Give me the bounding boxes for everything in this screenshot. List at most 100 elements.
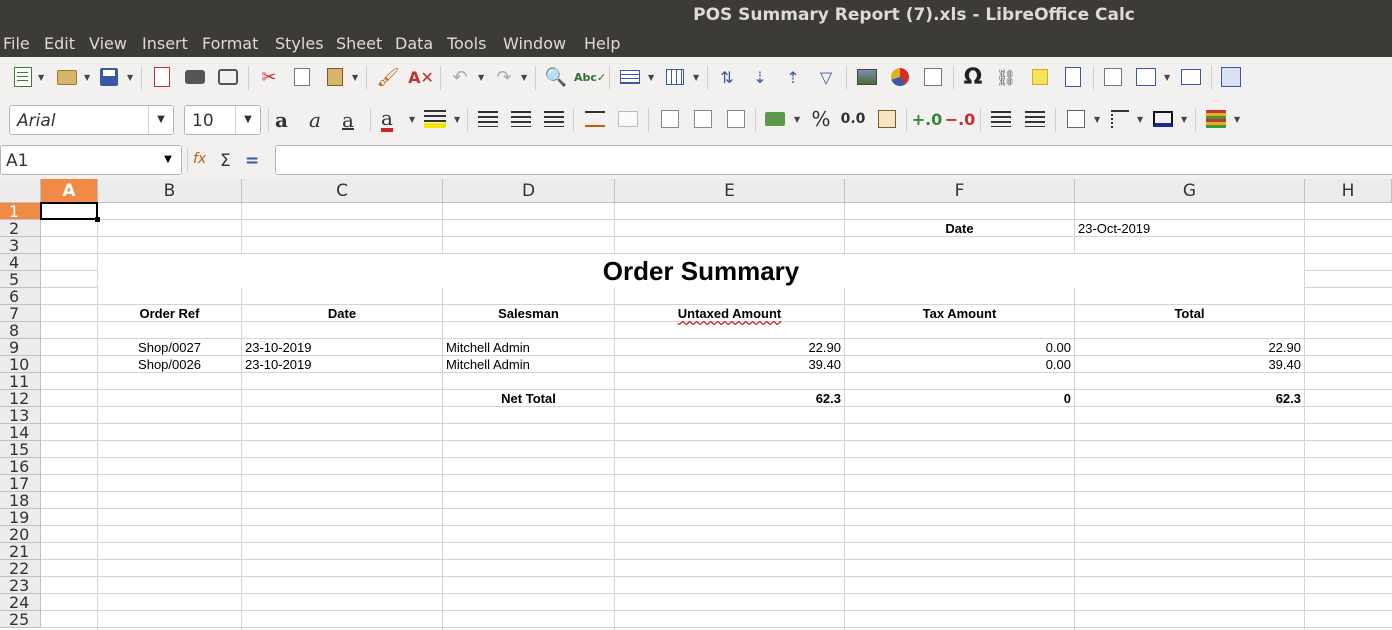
clone-formatting-button[interactable]: 🖌 — [375, 64, 401, 90]
menu-insert[interactable]: Insert — [142, 34, 188, 53]
menu-format[interactable]: Format — [202, 34, 258, 53]
chevron-down-icon[interactable]: ▼ — [1137, 115, 1145, 124]
row-header[interactable]: 16 — [0, 458, 41, 475]
order-untaxed-cell[interactable]: 22.90 — [615, 339, 844, 356]
chevron-down-icon[interactable]: ▼ — [794, 115, 802, 124]
date-label-cell[interactable]: Date — [845, 220, 1074, 237]
row-header[interactable]: 3 — [0, 237, 41, 254]
navigator-button[interactable] — [1218, 64, 1244, 90]
clear-formatting-button[interactable]: A✕ — [408, 64, 434, 90]
order-ref-cell[interactable]: Shop/0027 — [98, 339, 241, 356]
autofilter-button[interactable]: ▽ — [813, 64, 839, 90]
chevron-down-icon[interactable]: ▼ — [478, 73, 486, 82]
row-header[interactable]: 20 — [0, 526, 41, 543]
column-header-f[interactable]: F — [845, 179, 1075, 203]
row-header[interactable]: 6 — [0, 288, 41, 305]
align-center-button[interactable] — [508, 106, 534, 132]
order-tax-cell[interactable]: 0.00 — [845, 339, 1074, 356]
formula-input[interactable] — [275, 145, 1392, 175]
column-header-g[interactable]: G — [1075, 179, 1305, 203]
column-header-h[interactable]: H — [1305, 179, 1392, 203]
pivot-table-button[interactable] — [920, 64, 946, 90]
redo-button[interactable]: ↷ — [491, 64, 517, 90]
row-header[interactable]: 10 — [0, 356, 41, 373]
number-format-button[interactable]: 0.0 — [840, 106, 866, 132]
row-header[interactable]: 14 — [0, 424, 41, 441]
chevron-down-icon[interactable]: ▼ — [155, 146, 181, 174]
title-merged-cell[interactable]: Order Summary — [98, 254, 1304, 288]
conditional-format-button[interactable] — [1203, 106, 1229, 132]
spreadsheet-grid[interactable]: A B C D E F G H 1 2 3 4 5 6 7 8 9 10 11 … — [0, 179, 1392, 630]
row-header[interactable]: 24 — [0, 594, 41, 611]
align-left-button[interactable] — [475, 106, 501, 132]
percent-format-button[interactable]: % — [808, 106, 834, 132]
font-name-box[interactable]: Arial ▼ — [9, 105, 174, 135]
header-date[interactable]: Date — [242, 305, 442, 322]
underline-button[interactable]: a — [342, 108, 354, 132]
order-date-cell[interactable]: 23-10-2019 — [242, 356, 442, 373]
align-top-button[interactable] — [657, 106, 683, 132]
row-header[interactable]: 15 — [0, 441, 41, 458]
undo-button[interactable]: ↶ — [447, 64, 473, 90]
define-print-area-button[interactable] — [1100, 64, 1126, 90]
chevron-down-icon[interactable]: ▼ — [454, 115, 462, 124]
menu-window[interactable]: Window — [503, 34, 566, 53]
chevron-down-icon[interactable]: ▼ — [1164, 73, 1172, 82]
chevron-down-icon[interactable]: ▼ — [127, 73, 135, 82]
spelling-button[interactable]: Abc✓ — [574, 64, 606, 90]
bold-button[interactable]: a — [275, 108, 288, 132]
menu-sheet[interactable]: Sheet — [336, 34, 382, 53]
paste-button[interactable] — [322, 64, 348, 90]
borders-button[interactable] — [1063, 106, 1089, 132]
chevron-down-icon[interactable]: ▼ — [648, 73, 656, 82]
header-untaxed-amount[interactable]: Untaxed Amount — [615, 305, 844, 322]
row-header[interactable]: 22 — [0, 560, 41, 577]
chevron-down-icon[interactable]: ▼ — [235, 106, 260, 134]
row-header[interactable]: 5 — [0, 271, 41, 288]
sum-icon[interactable]: Σ — [220, 151, 231, 171]
split-window-button[interactable] — [1178, 64, 1204, 90]
new-spreadsheet-button[interactable] — [10, 64, 36, 90]
insert-image-button[interactable] — [854, 64, 880, 90]
font-color-button[interactable]: a — [381, 108, 393, 132]
delete-decimal-place-button[interactable]: −.0 — [945, 106, 976, 132]
copy-button[interactable] — [289, 64, 315, 90]
merge-center-button[interactable] — [615, 106, 641, 132]
headers-footers-button[interactable] — [1060, 64, 1086, 90]
special-character-button[interactable]: Ω — [960, 64, 986, 90]
save-button[interactable] — [96, 64, 122, 90]
select-all-corner[interactable] — [0, 179, 41, 203]
print-preview-button[interactable] — [215, 64, 241, 90]
menu-styles[interactable]: Styles — [275, 34, 324, 53]
order-untaxed-cell[interactable]: 39.40 — [615, 356, 844, 373]
comment-button[interactable] — [1027, 64, 1053, 90]
chevron-down-icon[interactable]: ▼ — [409, 115, 417, 124]
header-order-ref[interactable]: Order Ref — [98, 305, 241, 322]
chevron-down-icon[interactable]: ▼ — [1234, 115, 1242, 124]
row-header[interactable]: 17 — [0, 475, 41, 492]
currency-format-button[interactable] — [762, 106, 788, 132]
order-ref-cell[interactable]: Shop/0026 — [98, 356, 241, 373]
border-color-button[interactable] — [1150, 106, 1176, 132]
menu-edit[interactable]: Edit — [44, 34, 75, 53]
row-header[interactable]: 21 — [0, 543, 41, 560]
column-header-e[interactable]: E — [615, 179, 845, 203]
net-total-label-cell[interactable]: Net Total — [443, 390, 614, 407]
column-header-d[interactable]: D — [443, 179, 615, 203]
order-salesman-cell[interactable]: Mitchell Admin — [443, 356, 614, 373]
background-color-button[interactable] — [422, 106, 448, 132]
chevron-down-icon[interactable]: ▼ — [84, 73, 92, 82]
font-size-box[interactable]: 10 ▼ — [184, 105, 261, 135]
italic-button[interactable]: a — [309, 108, 321, 132]
cell-cursor[interactable] — [40, 202, 100, 222]
menu-tools[interactable]: Tools — [447, 34, 486, 53]
cut-button[interactable]: ✂ — [256, 64, 282, 90]
net-total-tax-cell[interactable]: 0 — [845, 390, 1074, 407]
find-replace-button[interactable]: 🔍 — [543, 64, 569, 90]
formula-icon[interactable]: = — [245, 151, 259, 171]
sort-button[interactable]: ⇅ — [714, 64, 740, 90]
column-header-a[interactable]: A — [41, 179, 98, 203]
insert-chart-button[interactable] — [887, 64, 913, 90]
row-header[interactable]: 18 — [0, 492, 41, 509]
wrap-text-button[interactable] — [582, 106, 608, 132]
